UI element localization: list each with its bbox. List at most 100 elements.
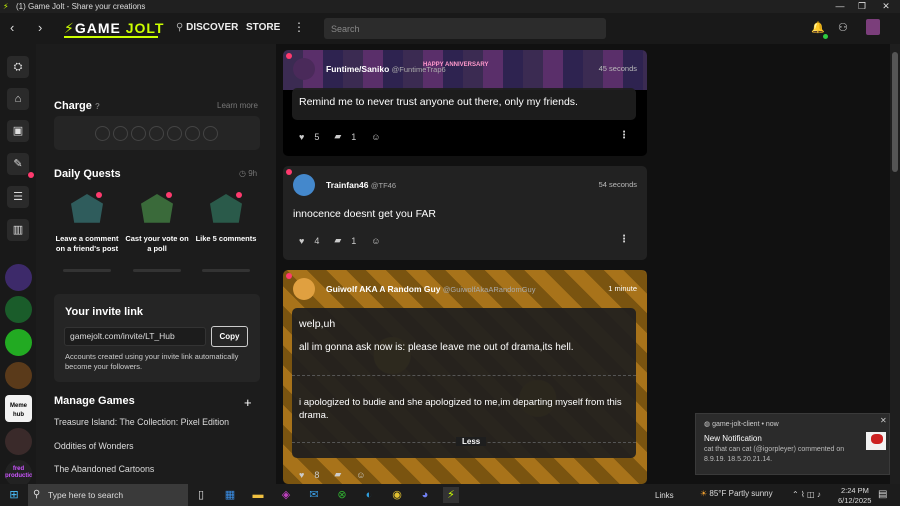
clock-time[interactable]: 2:24 PM	[841, 486, 869, 495]
post-time: 54 seconds	[598, 180, 637, 189]
forward-arrow-icon[interactable]: ›	[38, 20, 42, 35]
sticker-icon[interactable]: ☺	[371, 132, 380, 142]
post-text: innocence doesnt get you FAR	[293, 208, 437, 220]
user-avatar[interactable]	[866, 19, 880, 35]
discover-link[interactable]: ⚲ DISCOVER	[176, 22, 238, 33]
sticker-icon[interactable]: ☺	[356, 470, 365, 480]
charge-orb	[149, 126, 164, 141]
user-avatar[interactable]	[293, 278, 315, 300]
like-icon[interactable]: ♥	[299, 470, 304, 480]
post-card[interactable]: Trainfan46 @TF46 54 seconds innocence do…	[283, 166, 647, 260]
calendar-app-icon[interactable]: ▦	[222, 487, 238, 503]
copilot-icon[interactable]: ◈	[278, 487, 294, 503]
side-panel: Charge ? Learn more Daily Quests ◷ 9h Le…	[36, 44, 276, 484]
weather-widget[interactable]: ☀ 85°F Partly sunny	[700, 489, 773, 498]
task-view-icon[interactable]: ▯	[193, 487, 209, 503]
gamejolt-logo[interactable]: ⚡GAME JOLT	[64, 20, 164, 37]
community-avatar[interactable]	[5, 296, 32, 323]
online-status-dot	[823, 34, 828, 39]
community-avatar[interactable]	[5, 428, 32, 455]
scrollbar-thumb[interactable]	[892, 52, 898, 172]
quest-alert-dot	[96, 192, 102, 198]
community-avatar[interactable]: Meme hub	[5, 395, 32, 422]
notification-image	[866, 432, 886, 450]
discover-icon: ⚲	[176, 22, 187, 33]
quests-icon[interactable]: ✎	[7, 153, 29, 175]
chat-icon[interactable]: ☰	[7, 186, 29, 208]
like-icon[interactable]: ♥	[299, 132, 304, 142]
close-notification-icon[interactable]: ✕	[880, 416, 887, 425]
post-menu-icon[interactable]: ⋮	[619, 130, 629, 141]
community-avatar[interactable]	[5, 329, 32, 356]
minimize-icon[interactable]: —	[828, 0, 852, 13]
store-icon[interactable]: ⌂	[7, 88, 29, 110]
links-toolbar[interactable]: Links	[655, 491, 674, 500]
user-avatar[interactable]	[293, 174, 315, 196]
charge-title: Charge ?	[54, 100, 100, 112]
quest-card[interactable]: Like 5 comments	[194, 194, 258, 244]
post-body: welp,uh all im gonna ask now is: please …	[292, 308, 636, 458]
invite-link-field[interactable]: gamejolt.com/invite/LT_Hub	[64, 327, 206, 346]
quest-card[interactable]: Leave a comment on a friend's post	[55, 194, 119, 254]
edge-icon[interactable]: ◐	[361, 487, 377, 503]
search-input[interactable]	[324, 18, 606, 39]
community-avatar[interactable]: fred production	[5, 460, 32, 487]
sticker-icon[interactable]: ☺	[371, 236, 380, 246]
mail-icon[interactable]: ✉	[306, 487, 322, 503]
like-count: 4	[314, 235, 320, 246]
add-game-button[interactable]: +	[244, 395, 252, 410]
user-avatar[interactable]	[293, 58, 315, 80]
show-less-button[interactable]: Less	[456, 437, 487, 446]
bell-icon[interactable]: 🔔	[811, 21, 825, 34]
like-icon[interactable]: ♥	[299, 236, 304, 246]
help-icon[interactable]: ?	[95, 102, 100, 111]
copy-button[interactable]: Copy	[211, 326, 248, 347]
xbox-icon[interactable]: ⊗	[334, 487, 350, 503]
community-avatar[interactable]	[5, 362, 32, 389]
comment-icon[interactable]: ▰	[334, 235, 341, 246]
post-author[interactable]: Funtime/Saniko @FuntimeTrap6	[326, 64, 446, 74]
quests-time: 9h	[248, 169, 258, 178]
author-handle: @GuiwolfAkaARandomGuy	[442, 285, 536, 294]
chrome-icon[interactable]: ◉	[389, 487, 405, 503]
quest-label: Cast your vote on a poll	[125, 234, 189, 253]
notification-center-icon[interactable]: ▤	[878, 489, 887, 500]
weather-icon: ☀	[700, 489, 708, 498]
game-item[interactable]: Oddities of Wonders	[54, 441, 134, 451]
back-arrow-icon[interactable]: ‹	[10, 20, 14, 35]
close-window-icon[interactable]: ✕	[874, 0, 898, 13]
clock-date[interactable]: 6/12/2025	[838, 496, 871, 505]
backpack-icon[interactable]: ▣	[7, 120, 29, 142]
logo-underline	[64, 36, 158, 38]
post-time: 1 minute	[608, 284, 637, 293]
comment-icon[interactable]: ▰	[334, 131, 341, 142]
post-author[interactable]: Guiwolf AKA A Random Guy @GuiwolfAkaARan…	[326, 284, 535, 294]
post-card[interactable]: HAPPY ANNIVERSARY Funtime/Saniko @Funtim…	[283, 50, 647, 156]
learn-more-link[interactable]: Learn more	[217, 101, 258, 110]
community-avatar[interactable]	[5, 264, 32, 291]
notification-title: New Notification	[704, 434, 762, 443]
taskbar-search[interactable]: Type here to search	[28, 484, 188, 506]
post-time: 45 seconds	[598, 64, 637, 73]
quest-card[interactable]: Cast your vote on a poll	[125, 194, 189, 254]
notification-toast[interactable]: ◍ game-jolt-client • now ✕ New Notificat…	[695, 413, 890, 475]
quest-progress	[202, 269, 250, 272]
post-author[interactable]: Trainfan46 @TF46	[326, 180, 396, 190]
friends-icon[interactable]: ⚇	[838, 21, 848, 34]
discord-icon[interactable]: ◕	[417, 487, 433, 503]
comment-icon[interactable]: ▰	[334, 469, 341, 480]
restore-icon[interactable]: ❐	[850, 0, 874, 13]
game-item[interactable]: Treasure Island: The Collection: Pixel E…	[54, 417, 229, 427]
windows-start-icon[interactable]: ⊞	[6, 487, 22, 503]
post-card[interactable]: Guiwolf AKA A Random Guy @GuiwolfAkaARan…	[283, 270, 647, 484]
tray-icons[interactable]: ⌃ ⌇ ◫ ♪	[792, 490, 821, 499]
gamejolt-taskbar-icon[interactable]: ⚡	[443, 487, 459, 503]
charge-meter	[54, 116, 260, 150]
activity-icon[interactable]: ⛭	[7, 56, 29, 78]
more-menu-icon[interactable]: ⋮	[293, 20, 305, 34]
store-link[interactable]: STORE	[246, 22, 280, 33]
post-menu-icon[interactable]: ⋮	[619, 234, 629, 245]
file-explorer-icon[interactable]: ▬	[250, 487, 266, 503]
library-icon[interactable]: ▥	[7, 219, 29, 241]
game-item[interactable]: The Abandoned Cartoons	[54, 464, 154, 474]
